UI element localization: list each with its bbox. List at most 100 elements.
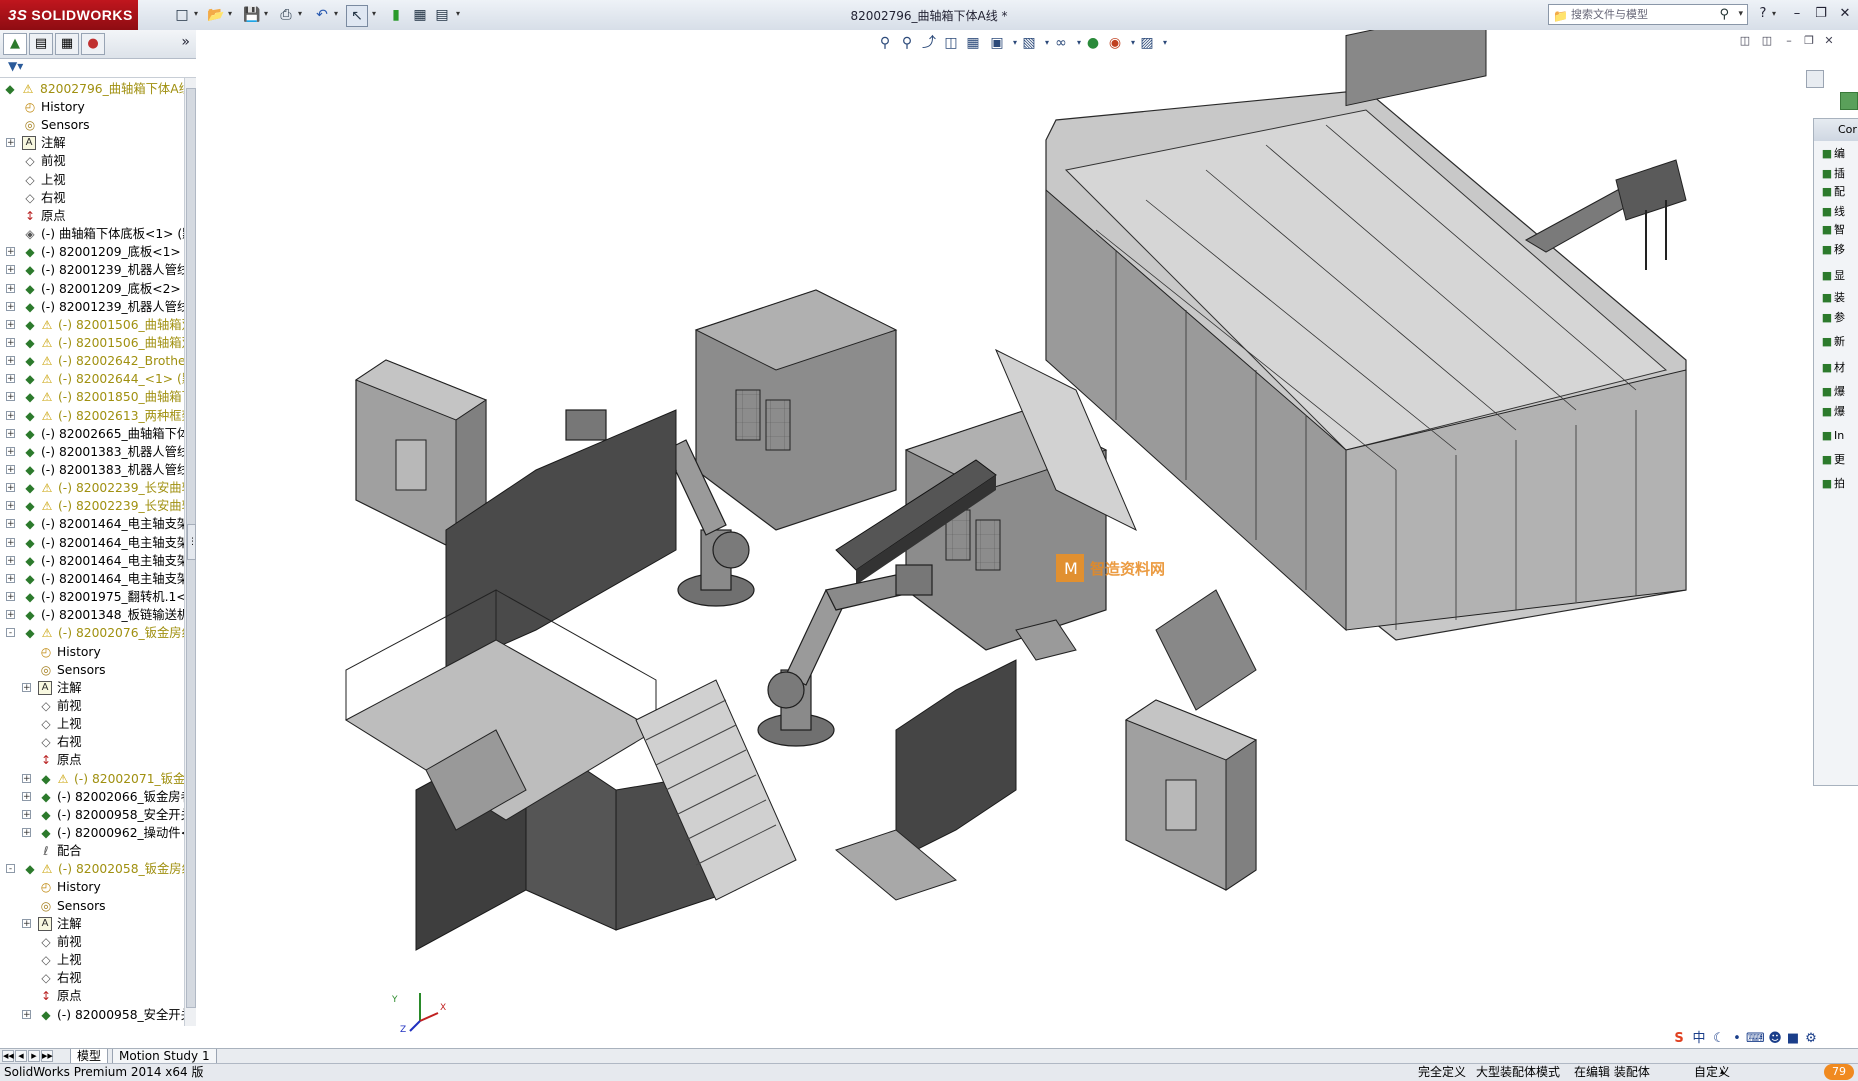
flyout-item[interactable]: ■ 插 [1820, 165, 1858, 183]
flyout-item[interactable]: ■ 线 [1820, 203, 1858, 221]
flyout-item[interactable]: ■ 显 [1820, 267, 1858, 285]
tab-property-manager[interactable]: ▤ [29, 33, 53, 55]
user-icon[interactable]: ☻ [1766, 1030, 1784, 1048]
flyout-item[interactable]: ■ 智 [1820, 221, 1858, 239]
search-input[interactable]: 📁 搜索文件与模型 ⚲ ▾ [1548, 4, 1748, 25]
tab-feature-manager[interactable]: ▲ [3, 33, 27, 55]
graphics-area[interactable]: ⚲ ⚲ ⤴ ◫ ▦ ▣ ▾ ▧ ▾ ∞ ▾ ● ◉ ▾ ▨ ▾ ◫ ◫ – ❐ … [196, 30, 1858, 1048]
file-properties-icon[interactable]: ▦ [410, 5, 430, 25]
flyout-item[interactable]: ■ 爆 [1820, 383, 1858, 401]
expand-icon[interactable]: + [6, 319, 15, 329]
prev-tab-icon[interactable]: ◀ [15, 1050, 27, 1062]
solidworks-logo[interactable]: 3S SOLIDWORKS [0, 0, 138, 30]
tab-display-manager[interactable]: ● [81, 33, 105, 55]
tab-model[interactable]: 模型 [70, 1049, 109, 1064]
flyout-item[interactable]: ■ 新 [1820, 333, 1858, 351]
filter-icon[interactable]: ▼▾ [8, 59, 23, 73]
sogou-ime-icon[interactable]: S [1670, 1030, 1688, 1048]
save-icon[interactable]: 💾 [242, 5, 262, 25]
chevron-down-icon[interactable]: ▾ [334, 9, 342, 21]
expand-icon[interactable]: + [6, 265, 15, 275]
expand-icon[interactable]: + [6, 483, 15, 493]
assembly-icon: ◆ [38, 1025, 54, 1027]
close-icon[interactable]: ✕ [1834, 6, 1856, 24]
expand-icon[interactable]: + [22, 809, 31, 819]
skin-icon[interactable]: ■ [1784, 1030, 1802, 1048]
expand-icon[interactable]: + [6, 446, 15, 456]
keyboard-icon[interactable]: ⌨ [1746, 1030, 1765, 1048]
expand-icon[interactable]: + [6, 392, 15, 402]
collapse-icon[interactable]: - [6, 628, 15, 638]
expand-icon[interactable]: + [22, 828, 31, 838]
expand-icon[interactable]: + [6, 501, 15, 511]
expand-icon[interactable]: + [6, 337, 15, 347]
flyout-item[interactable]: ■ 参 [1820, 309, 1858, 327]
expand-icon[interactable]: + [6, 374, 15, 384]
options-icon[interactable]: ▤ [432, 5, 452, 25]
first-tab-icon[interactable]: ◀◀ [2, 1050, 14, 1062]
task-pane-tab-resources[interactable] [1806, 70, 1824, 88]
print-icon[interactable]: ⎙ [276, 5, 296, 25]
notification-badge[interactable]: 79 [1824, 1064, 1854, 1080]
expand-icon[interactable]: + [6, 283, 15, 293]
search-icon[interactable]: ⚲ [1719, 5, 1729, 24]
wrench-icon[interactable]: ⚙ [1802, 1030, 1820, 1048]
undo-icon[interactable]: ↶ [312, 5, 332, 25]
panel-splitter-handle[interactable]: ⋮ [187, 524, 197, 560]
restore-icon[interactable]: ❐ [1810, 6, 1832, 24]
chevron-up-icon[interactable]: ▴ [1720, 1064, 1725, 1080]
expand-icon[interactable]: + [6, 410, 15, 420]
punctuation-icon[interactable]: • [1728, 1030, 1746, 1048]
collapse-icon[interactable]: - [6, 864, 15, 874]
expand-panel-icon[interactable]: » [181, 34, 190, 50]
flyout-item[interactable]: ■ 拍 [1820, 475, 1858, 493]
expand-icon[interactable]: + [6, 555, 15, 565]
expand-icon[interactable]: + [6, 301, 15, 311]
chevron-down-icon[interactable]: ▾ [298, 9, 306, 21]
flyout-item[interactable]: ■ 更 [1820, 451, 1858, 469]
chevron-down-icon[interactable]: ▾ [1772, 9, 1780, 21]
flyout-item[interactable]: ■ 编 [1820, 145, 1858, 163]
select-icon[interactable]: ↖ [346, 5, 368, 27]
expand-icon[interactable]: + [22, 791, 31, 801]
rebuild-icon[interactable]: ▮ [386, 5, 406, 25]
expand-icon[interactable]: + [6, 537, 15, 547]
expand-icon[interactable]: + [6, 247, 15, 257]
chevron-down-icon[interactable]: ▾ [228, 9, 236, 21]
expand-icon[interactable]: + [6, 573, 15, 583]
expand-icon[interactable]: + [22, 773, 31, 783]
expand-icon[interactable]: + [6, 138, 15, 148]
chevron-down-icon[interactable]: ▾ [194, 9, 202, 21]
help-icon[interactable]: ? [1752, 6, 1774, 24]
expand-icon[interactable]: + [22, 1009, 31, 1019]
expand-icon[interactable]: + [6, 592, 15, 602]
task-pane-tab-library[interactable] [1840, 92, 1858, 110]
expand-icon[interactable]: + [6, 519, 15, 529]
ime-mode-label[interactable]: 中 [1690, 1030, 1708, 1048]
next-tab-icon[interactable]: ▶ [28, 1050, 40, 1062]
flyout-item[interactable]: ■ In [1820, 427, 1858, 445]
chevron-down-icon[interactable]: ▾ [372, 9, 380, 21]
open-file-icon[interactable]: 📂 [206, 5, 226, 25]
expand-icon[interactable]: + [22, 682, 31, 692]
expand-icon[interactable]: + [6, 356, 15, 366]
flyout-item[interactable]: ■ 爆 [1820, 403, 1858, 421]
flyout-item[interactable]: ■ 装 [1820, 289, 1858, 307]
chevron-down-icon[interactable]: ▾ [1738, 5, 1743, 24]
minimize-icon[interactable]: – [1786, 6, 1808, 24]
tab-motion-study-1[interactable]: Motion Study 1 [112, 1049, 217, 1064]
flyout-item[interactable]: ■ 移 [1820, 241, 1858, 259]
flyout-item[interactable]: ■ 配 [1820, 183, 1858, 201]
flyout-item[interactable]: ■ 材 [1820, 359, 1858, 377]
expand-icon[interactable]: + [6, 465, 15, 475]
moon-icon[interactable]: ☾ [1710, 1030, 1728, 1048]
tab-configuration-manager[interactable]: ▦ [55, 33, 79, 55]
tree-filter[interactable]: ▼▾ [0, 59, 196, 78]
chevron-down-icon[interactable]: ▾ [264, 9, 272, 21]
expand-icon[interactable]: + [6, 610, 15, 620]
new-file-icon[interactable]: □ [172, 5, 192, 25]
expand-icon[interactable]: + [6, 428, 15, 438]
expand-icon[interactable]: + [22, 918, 31, 928]
last-tab-icon[interactable]: ▶▶ [41, 1050, 53, 1062]
chevron-down-icon[interactable]: ▾ [456, 9, 464, 21]
